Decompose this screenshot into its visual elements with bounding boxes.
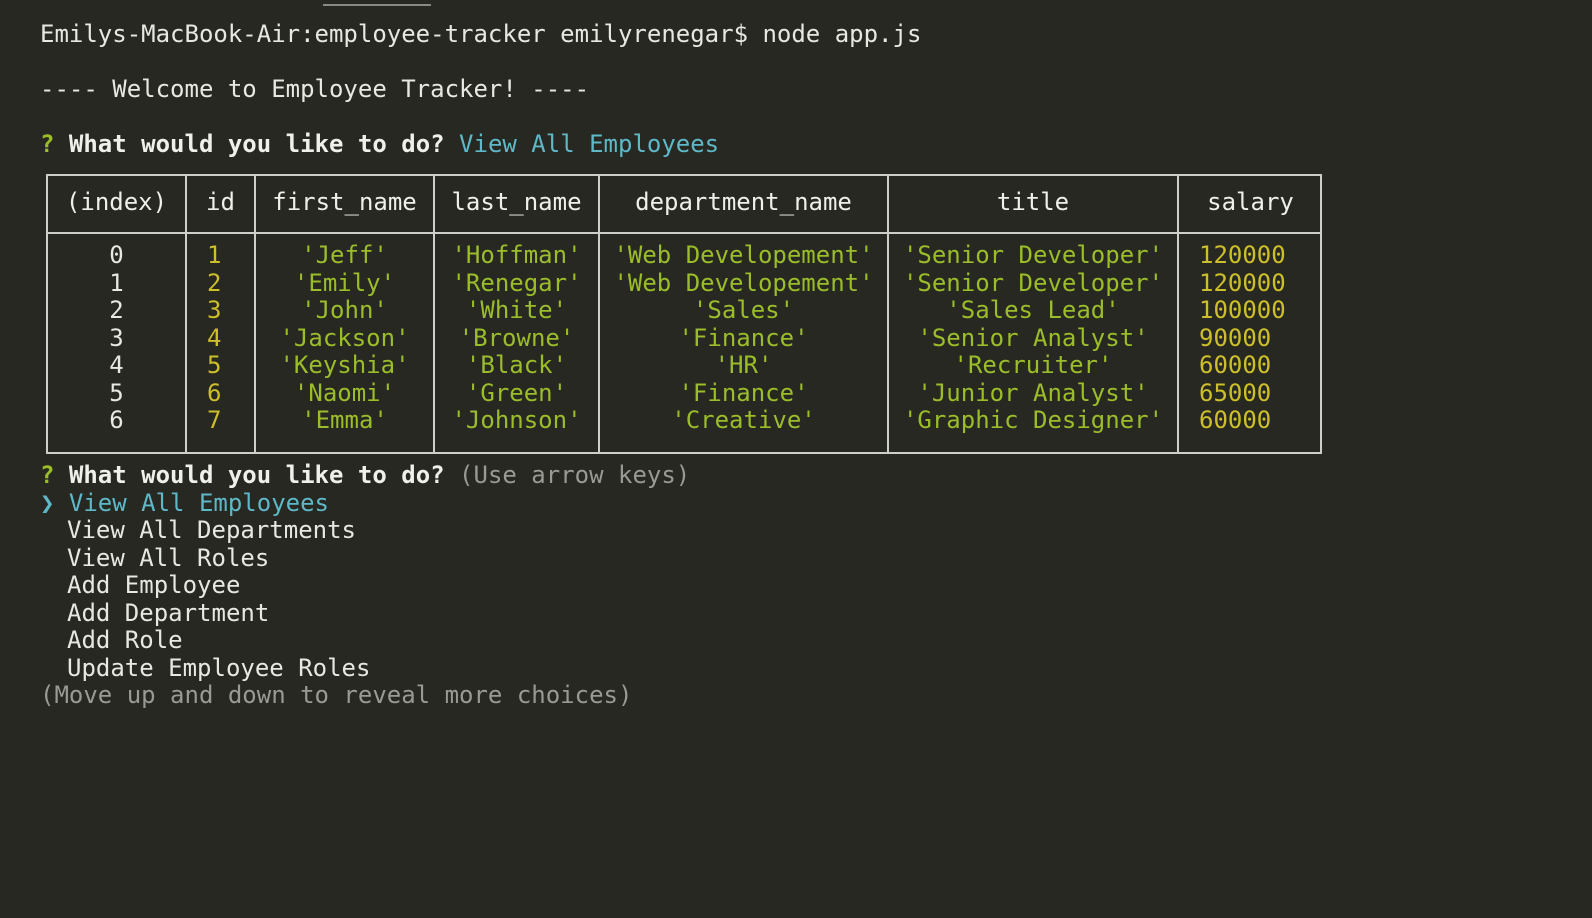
menu-item-add-department[interactable]: Add Department	[67, 599, 269, 627]
table-cell-first-name: 'John'	[301, 296, 388, 324]
table-cell-title: 'Senior Developer'	[902, 241, 1164, 269]
table-cell-title: 'Junior Analyst'	[917, 378, 1149, 407]
column-header-first-name: first_name	[272, 188, 417, 216]
column-header-id: id	[206, 188, 235, 216]
table-cell-first-name: 'Jeff'	[301, 241, 388, 269]
table-cell-id: 1	[207, 241, 222, 269]
table-cell-title: 'Senior Analyst'	[917, 323, 1149, 352]
table-cell-last-name: 'Black'	[465, 351, 568, 379]
table-cell-index: 1	[109, 268, 124, 297]
prompt-hint: (Use arrow keys)	[459, 461, 691, 489]
table-cell-id: 6	[207, 378, 222, 407]
table-cell-last-name: 'Green'	[465, 378, 568, 407]
table-cell-salary: 60000	[1199, 406, 1272, 434]
table-cell-last-name: 'Johnson'	[451, 406, 582, 434]
table-cell-first-name: 'Emily'	[293, 268, 396, 297]
column-header-department-name: department_name	[635, 188, 852, 216]
table-cell-department-name: 'Web Developement'	[613, 241, 874, 269]
table-cell-first-name: 'Naomi'	[293, 378, 396, 407]
prompt-answered: ? What would you like to do? View All Em…	[40, 130, 719, 158]
table-cell-last-name: 'Browne'	[458, 323, 575, 352]
menu-item-label: View All Employees	[68, 489, 329, 517]
menu-item-view-all-roles[interactable]: View All Roles	[67, 544, 269, 572]
table-cell-index: 2	[109, 296, 124, 324]
column-header-last-name: last_name	[451, 188, 582, 216]
table-column-divider	[1177, 176, 1179, 452]
table-cell-index: 6	[109, 406, 124, 434]
table-cell-department-name: 'Sales'	[692, 296, 795, 324]
table-cell-title: 'Graphic Designer'	[902, 406, 1164, 434]
pointer-icon: ❯	[40, 489, 55, 517]
table-cell-salary: 90000	[1199, 323, 1272, 352]
prompt-question: What would you like to do?	[68, 130, 445, 158]
table-cell-title: 'Sales Lead'	[946, 296, 1120, 324]
table-cell-id: 2	[207, 268, 222, 297]
table-cell-salary: 60000	[1199, 351, 1272, 379]
table-cell-department-name: 'Finance'	[678, 378, 809, 407]
table-cell-title: 'Recruiter'	[953, 351, 1113, 379]
table-cell-first-name: 'Emma'	[301, 406, 388, 434]
table-cell-index: 0	[109, 241, 124, 269]
table-cell-first-name: 'Keyshia'	[279, 351, 410, 379]
question-mark-icon: ?	[40, 461, 55, 489]
table-cell-id: 3	[207, 296, 222, 324]
menu-item-add-employee[interactable]: Add Employee	[67, 571, 240, 599]
table-header-divider	[48, 232, 1320, 234]
column-header-index: (index)	[65, 188, 168, 216]
welcome-banner: ---- Welcome to Employee Tracker! ----	[40, 75, 590, 103]
tab-indicator	[323, 4, 431, 6]
table-cell-last-name: 'White'	[465, 296, 568, 324]
table-cell-salary: 120000	[1199, 268, 1286, 297]
table-cell-index: 4	[109, 351, 124, 379]
table-cell-last-name: 'Renegar'	[451, 268, 582, 297]
table-cell-salary: 65000	[1199, 378, 1272, 407]
question-mark-icon: ?	[40, 130, 55, 158]
column-header-salary: salary	[1207, 188, 1294, 216]
employee-table: (index) id first_name last_name department_n…	[46, 174, 1322, 454]
prompt-active: ? What would you like to do? (Use arrow …	[40, 461, 690, 489]
more-choices-hint: (Move up and down to reveal more choices…	[40, 681, 633, 709]
table-cell-index: 3	[109, 323, 124, 352]
column-header-title: title	[996, 188, 1070, 216]
table-cell-department-name: 'Creative'	[671, 406, 816, 434]
table-cell-id: 7	[207, 406, 222, 434]
table-cell-department-name: 'Web Developement'	[613, 268, 874, 297]
table-cell-last-name: 'Hoffman'	[451, 241, 582, 269]
table-cell-department-name: 'Finance'	[678, 323, 809, 352]
table-cell-first-name: 'Jackson'	[279, 323, 410, 352]
table-cell-id: 4	[207, 323, 222, 352]
table-cell-title: 'Senior Developer'	[902, 268, 1164, 297]
table-cell-department-name: 'HR'	[714, 351, 773, 379]
command-line: Emilys-MacBook-Air:employee-tracker emil…	[40, 20, 922, 48]
menu-item-view-all-employees[interactable]: ❯ View All Employees	[40, 489, 329, 517]
table-cell-index: 5	[109, 378, 124, 407]
menu-item-view-all-departments[interactable]: View All Departments	[67, 516, 356, 544]
prompt-question: What would you like to do?	[68, 461, 445, 489]
menu-item-update-employee-roles[interactable]: Update Employee Roles	[67, 654, 370, 682]
prompt-answer: View All Employees	[459, 130, 720, 158]
menu-item-add-role[interactable]: Add Role	[67, 626, 183, 654]
table-column-divider	[185, 176, 187, 452]
table-cell-salary: 120000	[1199, 241, 1286, 269]
table-cell-salary: 100000	[1199, 296, 1286, 324]
table-cell-id: 5	[207, 351, 222, 379]
